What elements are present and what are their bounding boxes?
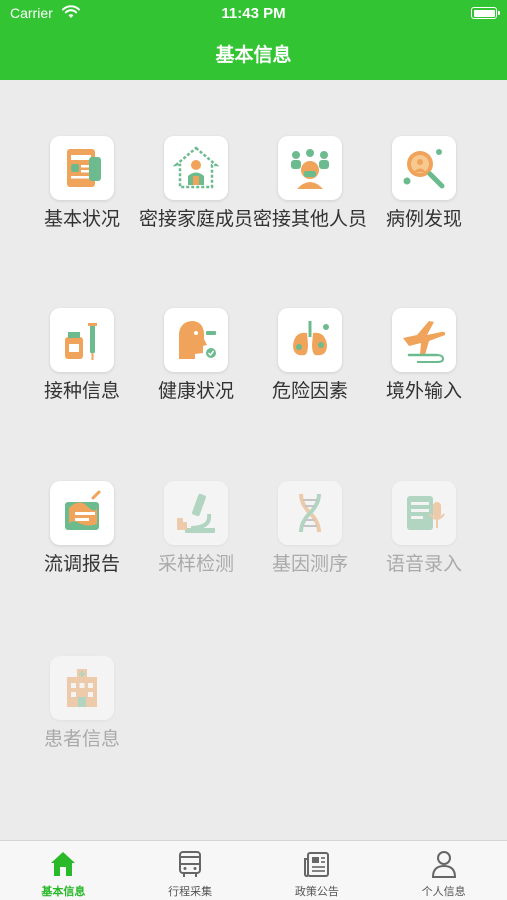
id-card-icon xyxy=(67,149,101,187)
grid-item-epi-report[interactable]: 流调报告 xyxy=(22,481,142,577)
airplane-icon xyxy=(403,321,446,363)
grid-item-sampling-test[interactable]: 采样检测 xyxy=(136,481,256,577)
tab-label: 政策公告 xyxy=(294,885,339,898)
hospital-icon xyxy=(67,669,97,707)
grid-item-risk-factors[interactable]: 危险因素 xyxy=(250,308,370,404)
grid-item-label: 基本状况 xyxy=(43,208,120,230)
page-title: 基本信息 xyxy=(215,44,292,66)
microscope-icon xyxy=(177,493,215,533)
grid-item-label: 密接家庭成员 xyxy=(138,208,253,230)
grid-item-label: 危险因素 xyxy=(271,380,348,402)
grid-item-label: 健康状况 xyxy=(157,380,234,402)
home-icon xyxy=(51,852,76,876)
person-icon xyxy=(431,851,456,878)
vaccine-syringe-icon xyxy=(65,323,97,360)
tab-basic-info[interactable]: 基本信息 xyxy=(0,841,127,900)
grid-item-basic-status[interactable]: 基本状况 xyxy=(22,136,142,232)
grid-item-other-contacts[interactable]: 密接其他人员 xyxy=(250,136,370,232)
grid-item-label: 流调报告 xyxy=(43,553,120,575)
grid-item-label: 病例发现 xyxy=(385,208,462,230)
crowd-mask-icon xyxy=(291,149,329,189)
grid-item-label: 接种信息 xyxy=(43,380,120,402)
grid-item-vaccination[interactable]: 接种信息 xyxy=(22,308,142,404)
dna-icon xyxy=(299,493,321,533)
battery-icon xyxy=(471,7,500,19)
tab-itinerary[interactable]: 行程采集 xyxy=(127,841,254,900)
tab-bar: 基本信息 行程采集 政策公告 个人信息 xyxy=(0,840,507,900)
house-family-icon xyxy=(172,146,220,189)
grid-item-health-status[interactable]: 健康状况 xyxy=(136,308,256,404)
grid-item-voice-input[interactable]: 语音录入 xyxy=(364,481,484,577)
grid-item-label: 采样检测 xyxy=(157,553,234,575)
feature-grid: 基本状况 密接家庭成员 密接其他人员 病例发现 接种信息 健康状况 危险因素 境… xyxy=(0,80,507,840)
grid-item-patient-info[interactable]: 患者信息 xyxy=(22,656,142,752)
grid-item-case-discovery[interactable]: 病例发现 xyxy=(364,136,484,232)
tab-label: 个人信息 xyxy=(421,885,466,898)
grid-item-label: 基因测序 xyxy=(271,553,348,575)
bus-icon xyxy=(179,851,202,877)
magnifier-virus-icon xyxy=(403,149,445,189)
status-time: 11:43 PM xyxy=(221,5,286,22)
grid-item-label: 语音录入 xyxy=(385,553,462,575)
nav-bar: 基本信息 xyxy=(0,28,507,80)
voice-document-icon xyxy=(407,496,445,530)
grid-item-label: 境外输入 xyxy=(385,380,462,402)
tab-label: 基本信息 xyxy=(41,885,86,898)
status-bar: Carrier 11:43 PM xyxy=(0,0,507,28)
grid-item-family-contacts[interactable]: 密接家庭成员 xyxy=(136,136,256,232)
newspaper-icon xyxy=(303,852,329,877)
tab-policy[interactable]: 政策公告 xyxy=(254,841,381,900)
map-report-icon xyxy=(65,490,101,530)
tab-label: 行程采集 xyxy=(168,885,213,898)
grid-item-overseas-import[interactable]: 境外输入 xyxy=(364,308,484,404)
lungs-virus-icon xyxy=(293,321,329,356)
grid-item-label: 患者信息 xyxy=(43,728,120,750)
grid-item-gene-sequencing[interactable]: 基因测序 xyxy=(250,481,370,577)
thermometer-face-icon xyxy=(179,321,216,359)
tab-personal[interactable]: 个人信息 xyxy=(380,841,507,900)
grid-item-label: 密接其他人员 xyxy=(252,208,367,230)
